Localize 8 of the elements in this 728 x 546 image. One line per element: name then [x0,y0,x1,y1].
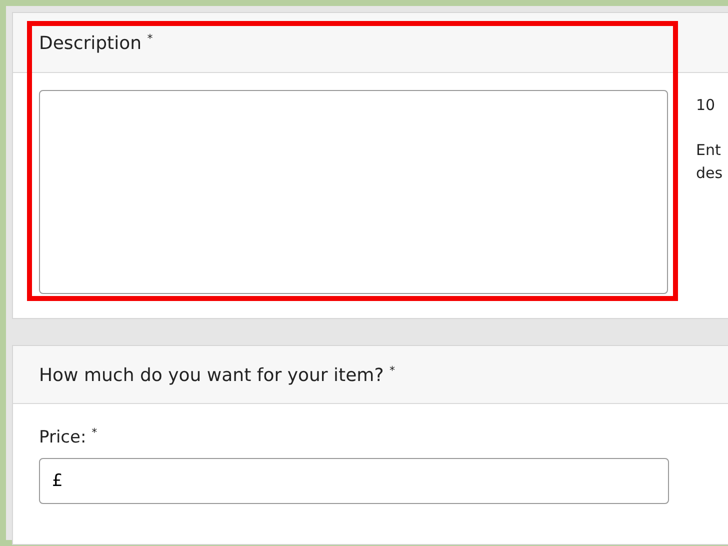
price-field[interactable]: £ [39,458,669,504]
help-text: 10 [696,95,716,116]
help-text: des [696,163,724,184]
description-field[interactable] [39,90,668,294]
help-text: Ent [696,140,722,161]
section-heading: Description $^{*}$ [39,32,153,54]
price-label: Price: $^{*}$ [39,426,98,448]
section-heading: How much do you want for your item? $^{*}$ [39,364,395,386]
